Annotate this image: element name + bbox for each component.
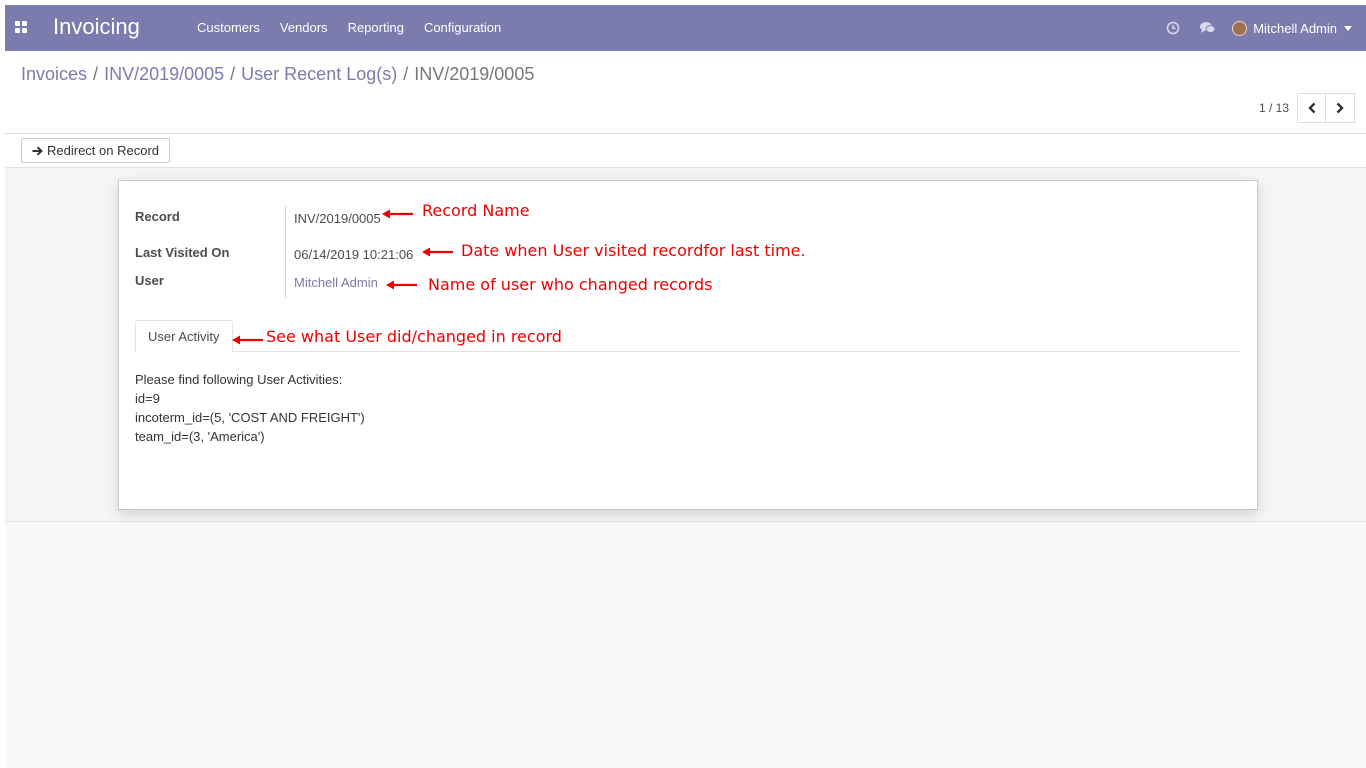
chevron-left-icon xyxy=(1307,102,1315,114)
annotation-user: Name of user who changed records xyxy=(428,275,713,294)
label-divider xyxy=(285,206,286,298)
last-visited-value: 06/14/2019 10:21:06 xyxy=(294,247,414,262)
page-background xyxy=(5,522,1366,768)
top-navbar: Invoicing Customers Vendors Reporting Co… xyxy=(5,5,1366,51)
activity-line: incoterm_id=(5, 'COST AND FREIGHT') xyxy=(135,410,365,425)
app-title: Invoicing xyxy=(53,14,140,39)
breadcrumb-user-recent-logs[interactable]: User Recent Log(s) xyxy=(241,64,397,85)
last-visited-label: Last Visited On xyxy=(135,245,230,260)
menu-configuration[interactable]: Configuration xyxy=(414,5,511,51)
annotation-arrow-icon xyxy=(422,247,453,257)
pager-value[interactable]: 1 / 13 xyxy=(1259,101,1289,115)
menu-vendors[interactable]: Vendors xyxy=(270,5,338,51)
annotation-arrow-icon xyxy=(232,335,263,345)
breadcrumb-invoice-record[interactable]: INV/2019/0005 xyxy=(104,64,224,85)
messaging-chat-icon[interactable] xyxy=(1190,5,1224,51)
activity-line: team_id=(3, 'America') xyxy=(135,429,265,444)
annotation-record-name: Record Name xyxy=(422,201,530,220)
user-activity-content: Please find following User Activities: i… xyxy=(135,370,365,446)
record-label: Record xyxy=(135,209,180,224)
systray: Mitchell Admin xyxy=(1156,5,1366,51)
breadcrumb: Invoices / INV/2019/0005 / User Recent L… xyxy=(21,64,534,85)
breadcrumb-separator: / xyxy=(403,64,409,84)
activity-clock-icon[interactable] xyxy=(1156,5,1190,51)
avatar xyxy=(1232,20,1248,36)
control-panel: Invoices / INV/2019/0005 / User Recent L… xyxy=(5,51,1366,167)
redirect-on-record-label: Redirect on Record xyxy=(47,143,159,158)
chevron-down-icon xyxy=(1344,25,1352,31)
annotation-last-visited: Date when User visited recordfor last ti… xyxy=(461,241,806,260)
user-value-link[interactable]: Mitchell Admin xyxy=(294,275,378,290)
apps-menu-icon[interactable] xyxy=(15,21,27,33)
annotation-user-activity: See what User did/changed in record xyxy=(266,327,562,346)
user-name: Mitchell Admin xyxy=(1253,20,1337,36)
activity-heading: Please find following User Activities: xyxy=(135,372,343,387)
menu-customers[interactable]: Customers xyxy=(187,5,270,51)
divider xyxy=(5,133,1366,134)
user-menu[interactable]: Mitchell Admin xyxy=(1224,5,1366,51)
breadcrumb-current: INV/2019/0005 xyxy=(414,64,535,84)
pager-next-button[interactable] xyxy=(1326,93,1355,123)
form-sheet: Record INV/2019/0005 Last Visited On 06/… xyxy=(118,180,1258,510)
arrow-right-icon xyxy=(32,145,43,156)
menu-reporting[interactable]: Reporting xyxy=(338,5,414,51)
tab-user-activity[interactable]: User Activity xyxy=(135,320,233,353)
pager: 1 / 13 xyxy=(1259,93,1355,123)
redirect-on-record-button[interactable]: Redirect on Record xyxy=(21,138,170,163)
annotation-arrow-icon xyxy=(386,280,417,290)
activity-line: id=9 xyxy=(135,391,160,406)
annotation-arrow-icon xyxy=(382,209,413,219)
record-value: INV/2019/0005 xyxy=(294,211,381,226)
breadcrumb-separator: / xyxy=(93,64,99,84)
breadcrumb-separator: / xyxy=(230,64,236,84)
breadcrumb-invoices[interactable]: Invoices xyxy=(21,64,87,85)
pager-previous-button[interactable] xyxy=(1297,93,1326,123)
main-menu: Customers Vendors Reporting Configuratio… xyxy=(187,5,511,51)
chevron-right-icon xyxy=(1336,102,1344,114)
user-label: User xyxy=(135,273,164,288)
